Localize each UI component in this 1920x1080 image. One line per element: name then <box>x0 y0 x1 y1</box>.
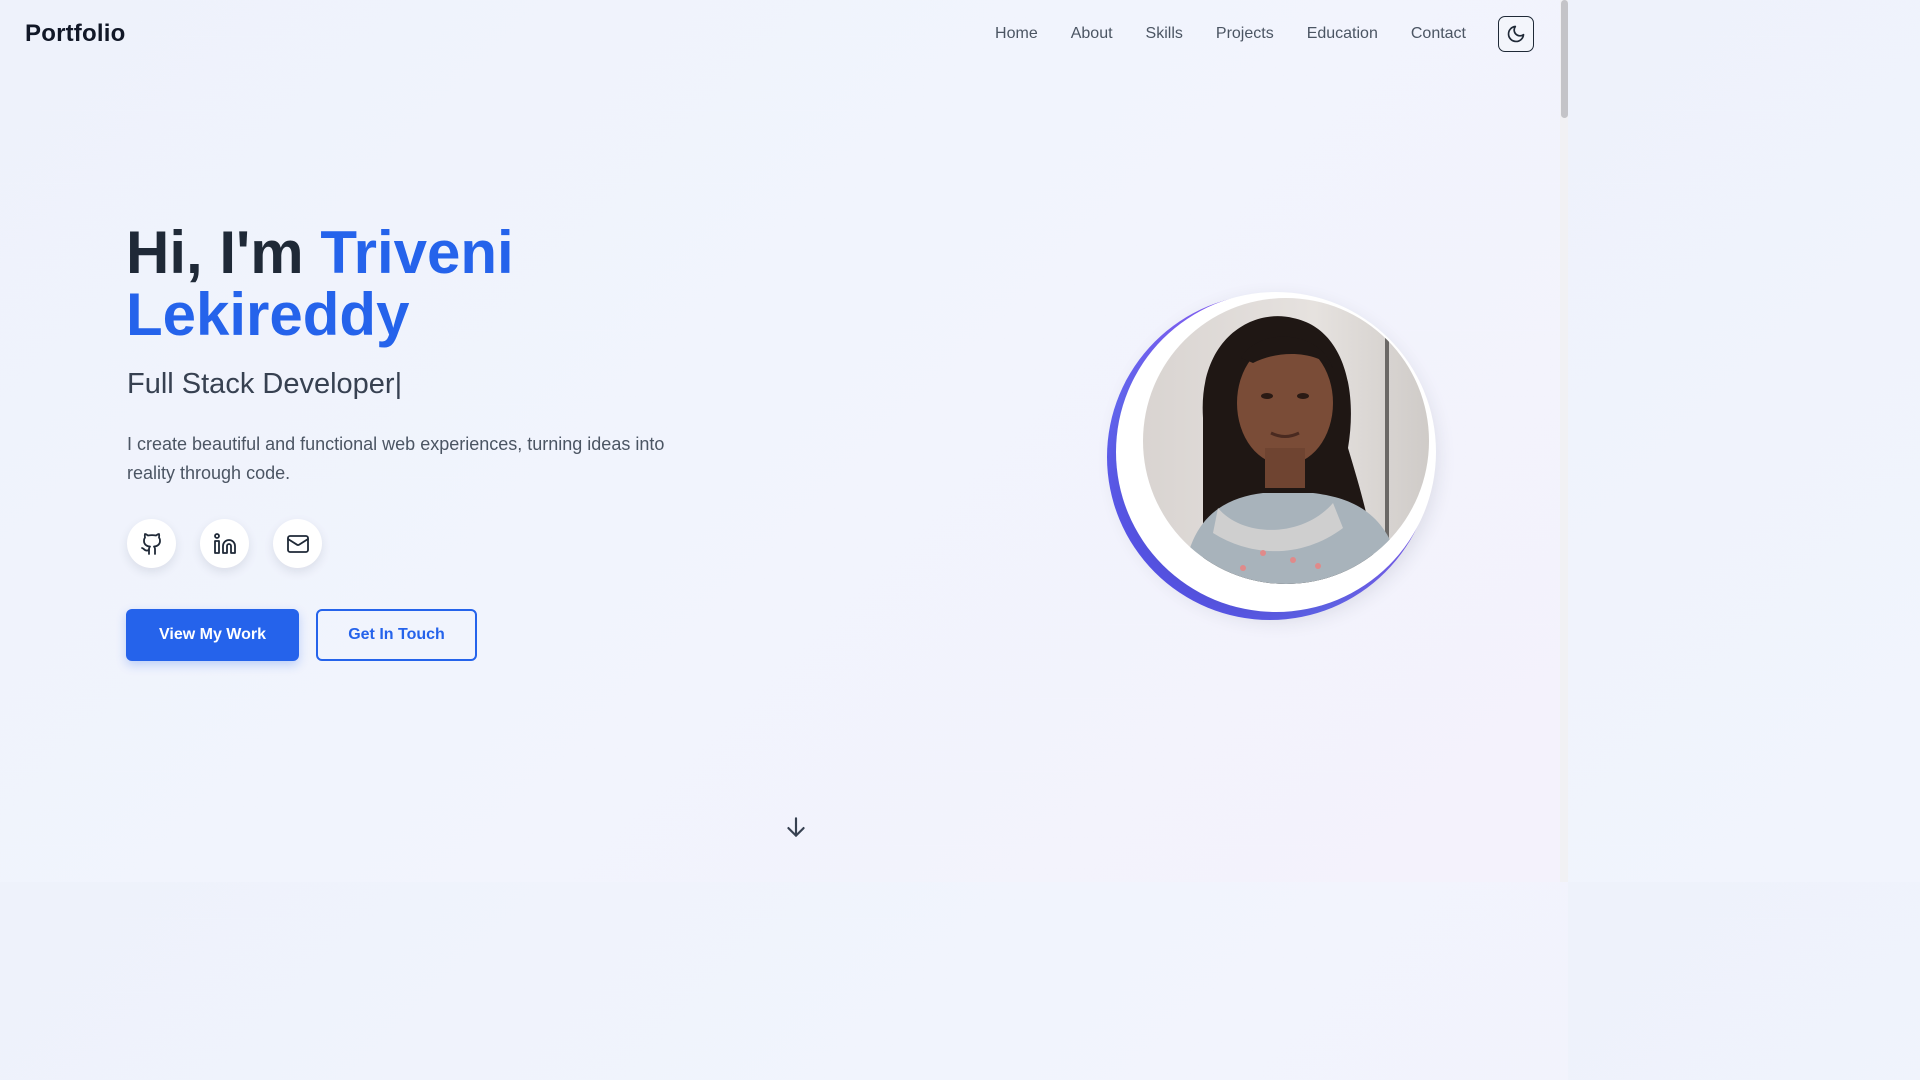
nav-link-skills[interactable]: Skills <box>1146 25 1183 43</box>
role-text: Full Stack Developer <box>127 368 395 400</box>
nav-link-home[interactable]: Home <box>995 25 1038 43</box>
email-link[interactable] <box>273 519 322 568</box>
profile-photo <box>1143 298 1429 584</box>
hero-tagline: I create beautiful and functional web ex… <box>127 434 665 483</box>
nav-links: Home About Skills Projects Education Con… <box>995 25 1466 43</box>
linkedin-icon <box>213 532 236 554</box>
hero-role: Full Stack Developer| <box>127 368 402 401</box>
page-scrollbar[interactable] <box>1560 0 1568 882</box>
hero-heading: Hi, I'm Triveni Lekireddy <box>126 222 746 346</box>
nav-link-contact[interactable]: Contact <box>1411 25 1466 43</box>
typing-cursor: | <box>394 368 403 400</box>
view-my-work-button[interactable]: View My Work <box>126 609 299 661</box>
theme-toggle-button[interactable] <box>1498 16 1534 52</box>
brand-logo[interactable]: Portfolio <box>25 20 125 48</box>
scrollbar-thumb[interactable] <box>1561 0 1568 118</box>
moon-icon <box>1507 25 1525 43</box>
social-links <box>127 519 322 568</box>
github-icon <box>140 532 161 555</box>
linkedin-link[interactable] <box>200 519 249 568</box>
profile-photo-illustration <box>1143 298 1429 584</box>
arrow-down-icon <box>787 817 805 837</box>
nav-link-about[interactable]: About <box>1071 25 1113 43</box>
mail-icon <box>286 534 309 553</box>
nav-link-projects[interactable]: Projects <box>1216 25 1274 43</box>
nav-link-education[interactable]: Education <box>1307 25 1378 43</box>
navbar: Portfolio Home About Skills Projects Edu… <box>0 0 1560 72</box>
get-in-touch-button[interactable]: Get In Touch <box>316 609 477 661</box>
scroll-down-button[interactable] <box>783 813 809 841</box>
github-link[interactable] <box>127 519 176 568</box>
hero-greeting: Hi, I'm <box>126 219 304 286</box>
